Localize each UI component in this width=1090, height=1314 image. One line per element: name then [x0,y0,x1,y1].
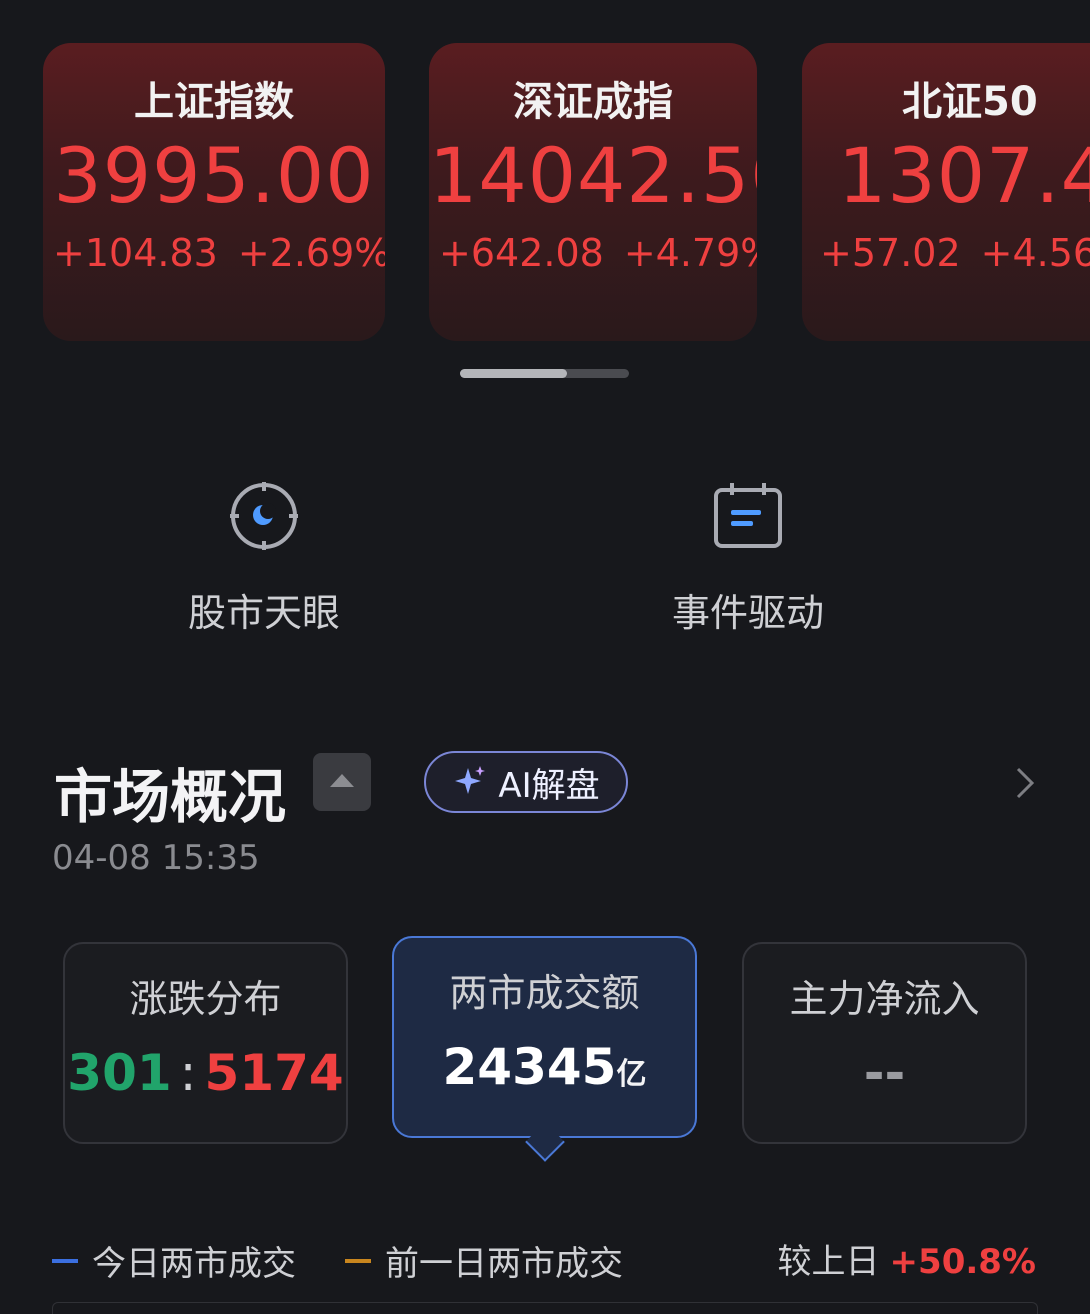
index-name: 北证50 [902,79,1038,125]
ai-analysis-label: AI解盘 [498,765,600,806]
carousel-scrollbar[interactable] [460,369,629,378]
calendar-event-icon [714,483,782,548]
stat-title: 主力净流入 [789,977,980,1021]
stat-card-net-inflow[interactable]: 主力净流入 -- [742,942,1027,1144]
tool-label: 股市天眼 [187,591,340,635]
chevron-right-icon[interactable] [1010,766,1040,800]
update-timestamp: 04-08 15:35 [52,838,260,878]
legend-swatch-previous [345,1258,371,1263]
collapse-button[interactable] [313,753,371,811]
market-page: 上证指数 3995.00 +104.83 +2.69% 深证成指 14042.50… [0,0,1090,1314]
index-change: +104.83 +2.69% [43,231,385,275]
turnover-chart-area [52,1302,1038,1314]
stat-title: 涨跌分布 [129,977,282,1021]
compare-value: +50.8% [889,1242,1036,1282]
stat-value: 301:5174 [65,1044,346,1102]
index-name: 深证成指 [513,79,673,125]
index-change-points: +642.08 [439,231,604,275]
index-change-points: +104.83 [53,231,218,275]
index-card-shenzhen[interactable]: 深证成指 14042.50 +642.08 +4.79% [429,43,757,341]
index-change: +642.08 +4.79% [429,231,757,275]
sparkle-icon [455,766,486,794]
radar-eye-icon [230,482,298,550]
ai-analysis-button[interactable]: AI解盘 [424,751,628,813]
index-card-beijing50[interactable]: 北证50 1307.43 +57.02 +4.56% [802,43,1090,341]
stat-value: -- [863,1044,906,1102]
carousel-scroll-thumb[interactable] [460,369,567,378]
tool-event-driven[interactable]: 事件驱动 [638,480,858,637]
stat-title: 两市成交额 [449,971,640,1015]
section-title: 市场概况 [54,763,287,831]
index-value: 1307.43 [838,131,1090,220]
falling-count: 5174 [204,1044,344,1102]
turnover-unit: 亿 [616,1057,647,1092]
tool-label: 事件驱动 [671,591,824,635]
index-change-percent: +2.69% [237,231,385,275]
stat-card-distribution[interactable]: 涨跌分布 301:5174 [63,942,348,1144]
legend-previous: 前一日两市成交 [345,1236,623,1285]
rising-count: 301 [67,1044,172,1102]
legend-today: 今日两市成交 [52,1236,296,1285]
index-change-percent: +4.56% [980,231,1090,275]
legend-label: 前一日两市成交 [385,1244,623,1284]
turnover-amount: 24345 [442,1038,617,1096]
tool-stock-eye[interactable]: 股市天眼 [154,480,374,637]
compare-label: 较上日 [777,1242,880,1282]
index-change-percent: +4.79% [623,231,757,275]
legend-swatch-today [52,1258,78,1263]
ratio-separator: : [179,1044,197,1102]
index-change: +57.02 +4.56% [810,231,1090,275]
legend-label: 今日两市成交 [92,1244,296,1284]
compare-previous-day: 较上日 +50.8% [778,1234,1036,1283]
index-name: 上证指数 [134,79,294,125]
index-value: 14042.50 [429,131,757,220]
stat-value: 24345亿 [394,1038,695,1096]
stat-card-turnover[interactable]: 两市成交额 24345亿 [392,936,697,1138]
index-change-points: +57.02 [820,231,961,275]
index-value: 3995.00 [53,131,375,220]
index-card-shanghai[interactable]: 上证指数 3995.00 +104.83 +2.69% [43,43,385,341]
